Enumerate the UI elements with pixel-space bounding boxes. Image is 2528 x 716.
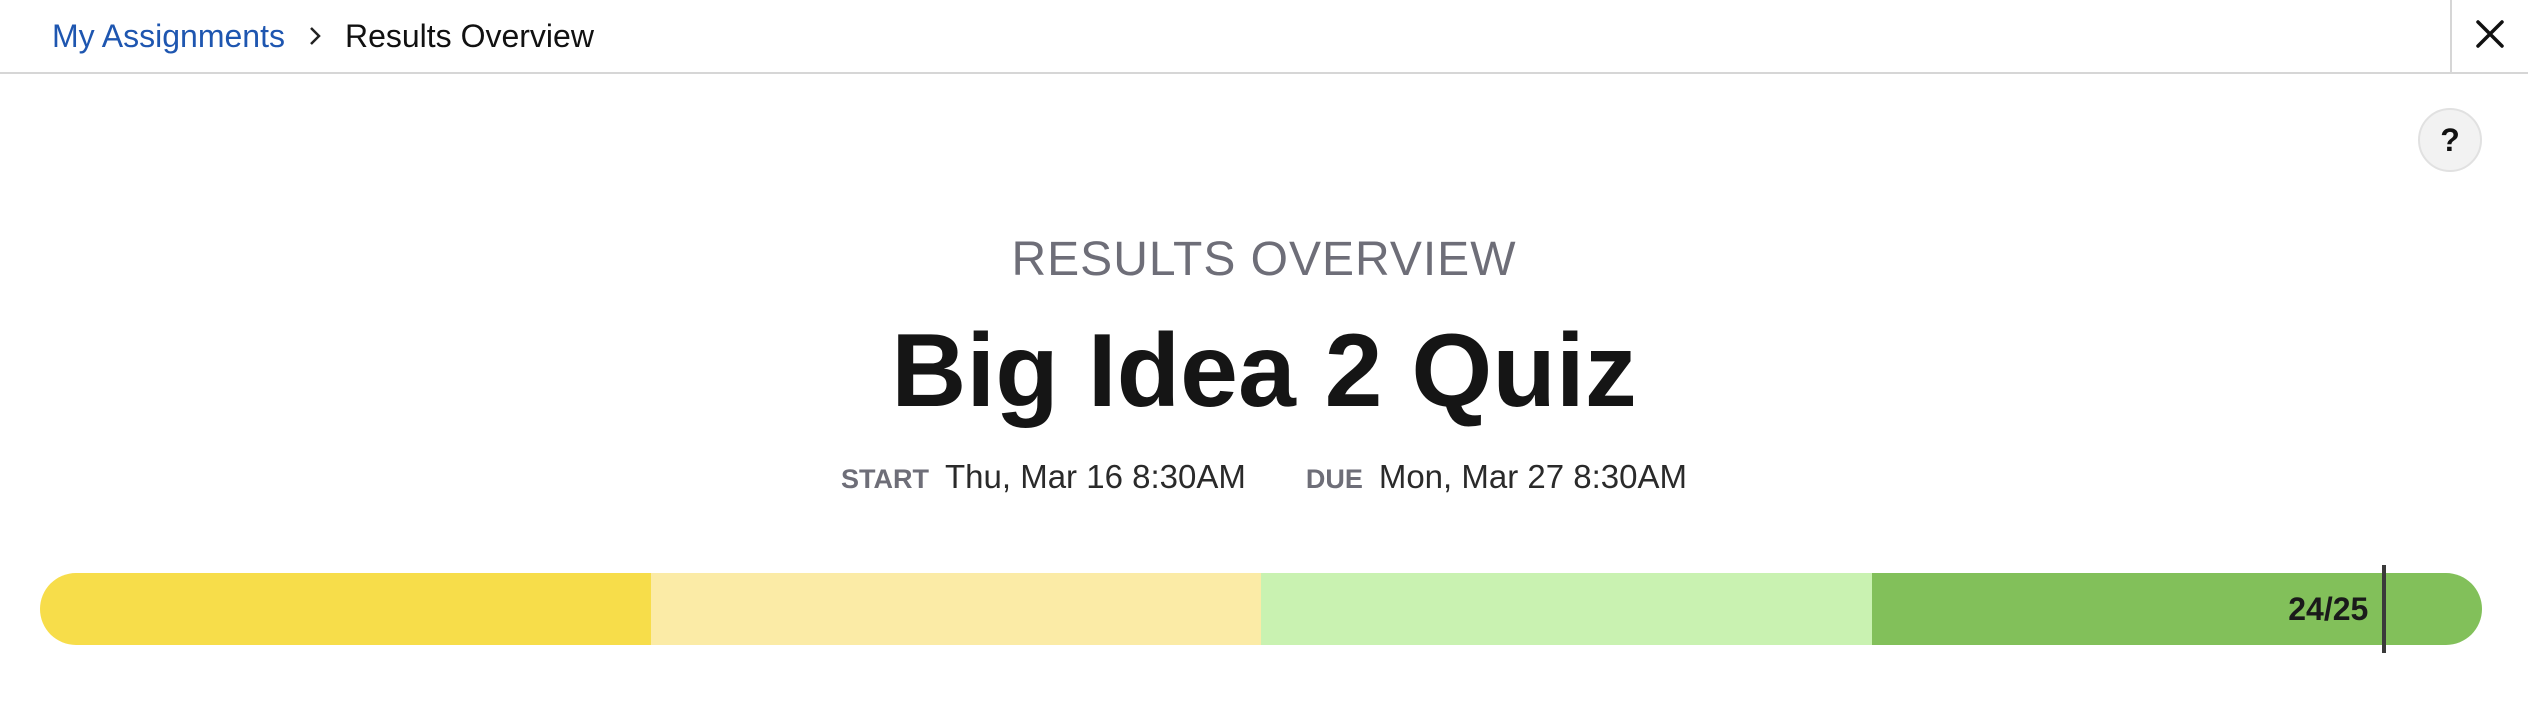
score-band-3 (1261, 573, 1872, 645)
score-bar (40, 573, 2482, 645)
start-label: START (841, 464, 930, 494)
breadcrumb: My Assignments Results Overview (52, 0, 594, 72)
close-icon (2474, 18, 2506, 55)
start-value: Thu, Mar 16 8:30AM (945, 458, 1246, 495)
due-value: Mon, Mar 27 8:30AM (1378, 458, 1687, 495)
section-eyebrow: RESULTS OVERVIEW (1011, 233, 1517, 286)
help-button[interactable]: ? (2418, 108, 2482, 172)
page-title: Big Idea 2 Quiz (891, 313, 1637, 429)
due-label: DUE (1305, 464, 1363, 494)
score-band-4 (1871, 573, 2482, 645)
score-value: 24/25 (2288, 590, 2369, 627)
breadcrumb-current: Results Overview (344, 17, 594, 54)
chevron-right-icon (285, 25, 345, 47)
score-marker (2382, 565, 2387, 653)
score-band-2 (650, 573, 1261, 645)
assignment-dates: START Thu, Mar 16 8:30AM DUE Mon, Mar 27… (0, 458, 2528, 496)
close-button[interactable] (2450, 0, 2528, 72)
top-bar: My Assignments Results Overview (0, 0, 2528, 74)
breadcrumb-my-assignments-link[interactable]: My Assignments (52, 18, 285, 55)
score-band-1 (40, 573, 651, 645)
